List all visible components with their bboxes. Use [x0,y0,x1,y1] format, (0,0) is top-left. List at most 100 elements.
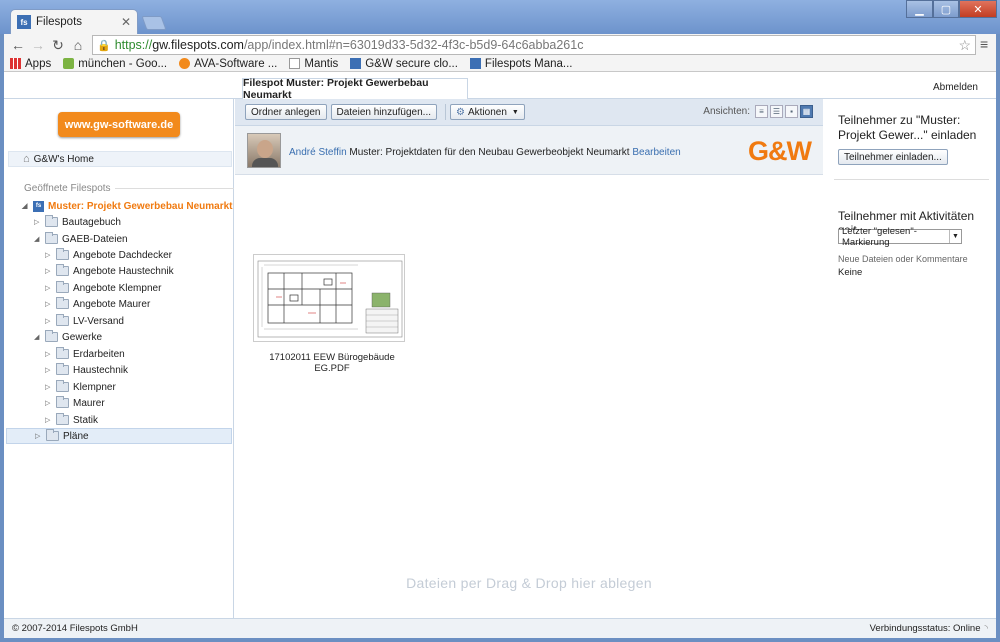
new-folder-button[interactable]: Ordner anlegen [245,104,327,120]
drop-zone[interactable]: Dateien per Drag & Drop hier ablegen [235,575,823,591]
folder-icon [56,281,69,293]
sidebar-item-home[interactable]: ⌂ G&W's Home [8,151,232,167]
tree-item[interactable]: ◢ GAEB-Dateien [34,231,128,247]
connection-status: Verbindungsstatus: Online ◝ [870,623,988,634]
expand-icon[interactable]: ▷ [45,267,53,275]
forward-arrow-icon[interactable]: → [28,35,48,55]
expand-icon[interactable]: ▷ [45,300,53,308]
tree-label: GAEB-Dateien [62,233,128,245]
details-view-icon[interactable]: ☰ [770,105,783,118]
bookmark-filespots[interactable]: Filespots Mana... [469,58,573,70]
filespots-favicon-icon: fs [17,15,31,29]
tree-item[interactable]: ▷ Klempner [45,379,116,395]
description-text: Muster: Projektdaten für den Neubau Gewe… [346,147,633,158]
bookmarks-bar: Apps münchen - Goo... AVA-Software ... M… [4,56,996,72]
collapse-icon[interactable]: ◢ [22,202,30,210]
gw-software-button[interactable]: www.gw-software.de [58,112,180,137]
tree-item[interactable]: ▷ Angebote Maurer [45,296,150,312]
tree-item[interactable]: ▷ Statik [45,412,98,428]
browser-menu-icon[interactable]: ≡ [980,36,988,52]
close-tab-icon[interactable]: ✕ [121,15,131,29]
open-filespots-header: Geöffnete Filespots [24,183,234,194]
bookmark-star-icon[interactable]: ☆ [958,37,971,54]
tree-item[interactable]: ▷ Erdarbeiten [45,346,125,362]
bookmark-mantis[interactable]: Mantis [289,58,338,70]
connection-status-text: Verbindungsstatus: Online [869,623,981,634]
file-name[interactable]: 17102011 EEW Bürogebäude EG.PDF [253,352,411,374]
new-tab-button[interactable] [141,16,167,30]
home-icon[interactable]: ⌂ [68,35,88,55]
bookmark-muenchen[interactable]: münchen - Goo... [63,58,167,70]
expand-icon[interactable]: ▷ [45,399,53,407]
tree-label: Gewerke [62,331,103,343]
bookmark-gw-secure[interactable]: G&W secure clo... [350,58,458,70]
folder-icon [56,264,69,276]
expand-icon[interactable]: ▷ [45,284,53,292]
large-icons-view-icon[interactable]: ▦ [800,105,813,118]
tree-label: Pläne [63,430,89,442]
bookmark-label: Apps [25,57,52,70]
tree-root-filespot[interactable]: ◢ fs Muster: Projekt Gewerbebau Neumarkt [22,198,233,214]
tree-item[interactable]: ▷ Angebote Haustechnik [45,263,174,279]
web-page: Filespot Muster: Projekt Gewerbebau Neum… [4,72,996,638]
chevron-down-icon[interactable]: ▼ [949,230,961,243]
select-value: Letzter "gelesen"-Markierung [842,225,917,248]
expand-icon[interactable]: ▷ [35,432,43,440]
browser-tab[interactable]: fs Filespots ✕ [10,9,138,34]
activity-since-select[interactable]: Letzter "gelesen"-Markierung ▼ [838,226,962,248]
small-icons-view-icon[interactable]: ▪ [785,105,798,118]
tree-item[interactable]: ▷ Bautagebuch [34,214,121,230]
folder-icon [45,215,58,227]
reload-icon[interactable]: ↻ [48,35,68,55]
expand-icon[interactable]: ▷ [45,350,53,358]
home-icon: ⌂ [23,153,30,165]
list-view-icon[interactable]: ≡ [755,105,768,118]
tree-item[interactable]: ▷ Haustechnik [45,362,128,378]
bookmark-apps[interactable]: Apps [10,58,51,70]
expand-icon[interactable]: ▷ [45,366,53,374]
expand-icon[interactable]: ▷ [45,383,53,391]
tree-item[interactable]: ▷ LV-Versand [45,313,124,329]
tree-item[interactable]: ▷ Angebote Dachdecker [45,247,172,263]
open-filespots-label: Geöffnete Filespots [24,183,111,194]
collapse-icon[interactable]: ◢ [34,333,42,341]
invite-participants-button[interactable]: Teilnehmer einladen... [838,149,948,165]
avatar [247,133,281,168]
logout-link[interactable]: Abmelden [933,82,978,93]
pdf-thumbnail[interactable] [253,254,405,342]
apps-grid-icon [10,58,21,69]
file-item[interactable]: 17102011 EEW Bürogebäude EG.PDF [253,254,405,374]
expand-icon[interactable]: ▷ [45,416,53,424]
actions-dropdown-button[interactable]: ⚙ Aktionen ▼ [450,104,525,120]
folder-icon [45,232,58,244]
minimize-button[interactable]: ▁ [906,0,933,18]
expand-icon[interactable]: ▷ [45,317,53,325]
maximize-button[interactable]: ▢ [933,0,959,18]
ava-icon [179,58,191,69]
bookmark-ava[interactable]: AVA-Software ... [179,58,277,70]
views-label: Ansichten: [703,106,750,117]
tree-item-selected[interactable]: ▷ Pläne [6,428,232,444]
tab-filespot[interactable]: Filespot Muster: Projekt Gewerbebau Neum… [242,77,468,101]
home-label: G&W's Home [33,153,94,165]
owner-link[interactable]: André Steffin [289,147,347,158]
back-arrow-icon[interactable]: ← [8,35,28,55]
gear-icon: ⚙ [456,106,465,118]
tree-label: Haustechnik [73,364,129,376]
edit-link[interactable]: Bearbeiten [632,147,680,158]
lock-icon: 🔒 [97,39,111,52]
sidebar: www.gw-software.de ⌂ G&W's Home Geöffnet… [4,99,234,618]
add-files-button[interactable]: Dateien hinzufügen... [330,104,438,120]
expand-icon[interactable]: ▷ [45,251,53,259]
tree-item[interactable]: ◢ Gewerke [34,329,102,345]
signal-icon: ◝ [984,623,989,633]
filespots-icon: fs [33,200,44,212]
tree-label: Muster: Projekt Gewerbebau Neumarkt [48,200,233,212]
expand-icon[interactable]: ▷ [34,218,42,226]
collapse-icon[interactable]: ◢ [34,235,42,243]
tree-label: Angebote Haustechnik [73,265,174,277]
tree-item[interactable]: ▷ Maurer [45,395,105,411]
address-bar[interactable]: 🔒 https:// gw.filespots.com /app/index.h… [92,35,976,55]
close-window-button[interactable]: ✕ [959,0,997,18]
tree-item[interactable]: ▷ Angebote Klempner [45,280,161,296]
